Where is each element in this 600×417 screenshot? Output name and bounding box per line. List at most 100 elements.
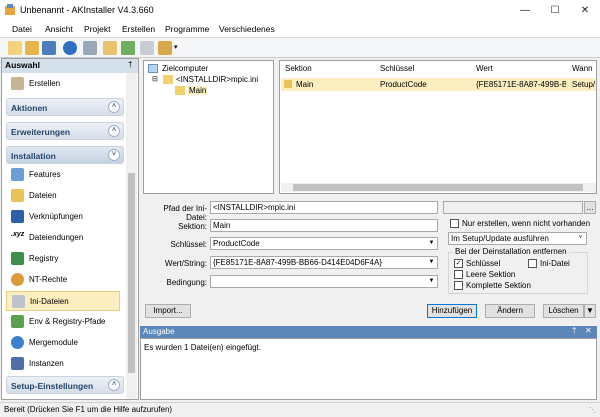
save-icon[interactable] [42, 41, 56, 55]
menu-erstellen[interactable]: Erstellen [122, 24, 155, 34]
scrollbar-thumb[interactable] [293, 184, 583, 191]
status-bar: Bereit (Drücken Sie F1 um die Hilfe aufz… [0, 402, 600, 417]
bedingung-combobox[interactable]: ▼ [210, 275, 438, 288]
column-header-wann[interactable]: Wann [572, 64, 593, 73]
sektion-input[interactable]: Main [210, 219, 438, 232]
chevron-down-icon[interactable]: ▼ [427, 239, 436, 248]
leere-sektion-checkbox[interactable] [454, 270, 463, 279]
group-label: Setup-Einstellungen [11, 381, 94, 391]
group-setup-einstellungen[interactable]: Setup-Einstellungen ˄ [6, 376, 124, 394]
sidebar-item-mergemodule[interactable]: Mergemodule [6, 333, 120, 353]
sidebar-item-registry[interactable]: Registry [6, 249, 120, 269]
chevron-down-icon[interactable]: ▼ [427, 258, 436, 267]
program-icon[interactable] [158, 41, 172, 55]
info-icon[interactable] [63, 41, 77, 55]
browse-icon[interactable]: … [584, 201, 596, 214]
group-label: Aktionen [11, 103, 48, 113]
settings-icon[interactable] [83, 41, 97, 55]
menu-projekt[interactable]: Projekt [84, 24, 110, 34]
komplette-sektion-checkbox[interactable] [454, 281, 463, 290]
tree-root[interactable]: Zielcomputer [162, 64, 208, 73]
sidebar-scrollbar[interactable] [126, 73, 137, 399]
chevron-up-icon[interactable]: ˄ [108, 379, 120, 391]
sidebar-item-dateien[interactable]: Dateien [6, 186, 120, 206]
sidebar-item-label: Features [29, 170, 61, 179]
sidebar-item-label: Erstellen [29, 79, 61, 88]
open-icon[interactable] [25, 41, 39, 55]
output-title-bar: Ausgabe † ✕ [140, 326, 597, 338]
pin-icon[interactable]: † [572, 326, 576, 335]
column-header-schluessel[interactable]: Schlüssel [380, 64, 414, 73]
ini-edit-form: Pfad der Ini-Datei: <INSTALLDIR>mpic.ini… [143, 197, 597, 322]
schluessel-combobox[interactable]: ProductCode ▼ [210, 237, 438, 250]
sidebar-item-verknuepfungen[interactable]: Verknüpfungen [6, 207, 120, 227]
sidebar-item-label: Instanzen [29, 359, 64, 368]
sidebar-item-dateiendungen[interactable]: .xyz Dateiendungen [6, 228, 120, 248]
pfad-browse-field [443, 201, 583, 214]
sidebar-item-nt-rechte[interactable]: NT-Rechte [6, 270, 120, 290]
cell-wert: {FE85171E-8A87-499B-BB... [476, 80, 566, 89]
sidebar-item-ini-dateien[interactable]: Ini-Dateien [6, 291, 120, 311]
sidebar-item-label: Ini-Dateien [30, 297, 69, 306]
import-button[interactable]: Import... [145, 304, 191, 318]
menu-programme[interactable]: Programme [165, 24, 209, 34]
schluessel-checkbox[interactable]: ✓ [454, 259, 463, 268]
pin-icon[interactable]: † [128, 60, 132, 69]
scrollbar-thumb[interactable] [128, 173, 135, 373]
tools-icon[interactable] [140, 41, 154, 55]
title-bar: Unbenannt - AKInstaller V4.3.660 — ☐ ✕ [0, 0, 600, 20]
minimize-button[interactable]: — [510, 0, 540, 20]
add-button[interactable]: Hinzufügen [427, 304, 477, 318]
sidebar-item-instanzen[interactable]: Instanzen [6, 354, 120, 374]
sidebar-item-features[interactable]: Features [6, 165, 120, 185]
table-row[interactable]: Main ProductCode {FE85171E-8A87-499B-BB.… [281, 78, 596, 91]
resize-grip-icon[interactable]: ⋱ [589, 406, 596, 414]
column-header-sektion[interactable]: Sektion [285, 64, 312, 73]
close-button[interactable]: ✕ [570, 0, 600, 20]
tree-child[interactable]: <INSTALLDIR>mpic.ini [176, 75, 258, 84]
leere-sektion-label: Leere Sektion [466, 270, 516, 279]
ini-datei-checkbox[interactable] [528, 259, 537, 268]
sidebar-item-env-registry[interactable]: Env & Registry-Pfade [6, 312, 120, 332]
change-button[interactable]: Ändern [485, 304, 535, 318]
group-label: Erweiterungen [11, 127, 71, 137]
group-installation[interactable]: Installation ˅ [6, 146, 124, 164]
sidebar-item-erstellen[interactable]: Erstellen [6, 74, 120, 94]
menu-ansicht[interactable]: Ansicht [45, 24, 73, 34]
collapse-icon[interactable]: ⊟ [152, 75, 158, 83]
menu-datei[interactable]: Datei [12, 24, 32, 34]
maximize-button[interactable]: ☐ [540, 0, 570, 20]
nur-erstellen-checkbox[interactable] [450, 219, 459, 228]
column-header-wert[interactable]: Wert [476, 64, 493, 73]
toolbar-overflow-icon[interactable]: ▾ [174, 41, 180, 55]
close-icon[interactable]: ✕ [585, 326, 592, 335]
chevron-down-icon[interactable]: ˅ [576, 234, 585, 243]
chevron-down-icon[interactable]: ▼ [427, 277, 436, 286]
tree-leaf[interactable]: Main [188, 86, 208, 95]
ini-datei-checkbox-label: Ini-Datei [540, 259, 570, 268]
new-icon[interactable] [8, 41, 22, 55]
group-erweiterungen[interactable]: Erweiterungen ˄ [6, 122, 124, 140]
ini-list-view[interactable]: Sektion Schlüssel Wert Wann Main Product… [279, 60, 597, 194]
window-title: Unbenannt - AKInstaller V4.3.660 [20, 5, 154, 15]
chevron-up-icon[interactable]: ˄ [108, 101, 120, 113]
chevron-down-icon[interactable]: ˅ [108, 149, 120, 161]
delete-dropdown-icon[interactable]: ▼ [584, 304, 596, 318]
pfad-input[interactable]: <INSTALLDIR>mpic.ini [210, 201, 438, 214]
wert-combobox[interactable]: {FE85171E-8A87-499B-BB66-D414E04D6F4A} ▼ [210, 256, 438, 269]
output-text: Es wurden 1 Datei(en) eingefügt. [144, 343, 261, 352]
wann-combobox[interactable]: Im Setup/Update ausführen ˅ [448, 232, 587, 245]
env-icon [11, 315, 24, 328]
delete-button[interactable]: Löschen [543, 304, 584, 318]
list-hscrollbar[interactable] [281, 183, 596, 192]
menu-verschiedenes[interactable]: Verschiedenes [219, 24, 275, 34]
sidebar-panel: Auswahl † Erstellen Aktionen ˄ Erweiteru… [1, 58, 139, 400]
group-aktionen[interactable]: Aktionen ˄ [6, 98, 124, 116]
toolbar: ▾ [0, 38, 600, 58]
build-icon[interactable] [121, 41, 135, 55]
chevron-up-icon[interactable]: ˄ [108, 125, 120, 137]
sidebar-item-label: Dateien [29, 191, 57, 200]
tree-view[interactable]: Zielcomputer ⊟ <INSTALLDIR>mpic.ini Main [143, 60, 274, 194]
edit-icon[interactable] [103, 41, 117, 55]
output-panel: Es wurden 1 Datei(en) eingefügt. [140, 338, 597, 400]
